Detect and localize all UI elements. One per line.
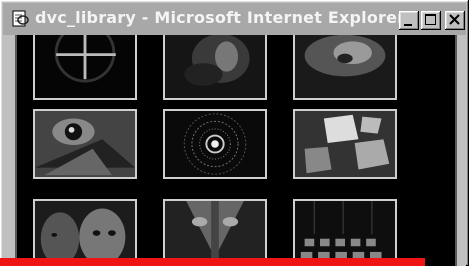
thumbnail-tiled-grid[interactable] <box>293 199 397 266</box>
maximize-icon <box>425 14 436 25</box>
ie-page-icon <box>12 10 29 27</box>
minimize-icon <box>404 24 412 26</box>
page-content[interactable] <box>17 35 455 266</box>
thumbnail-eye-closeup[interactable] <box>33 109 137 179</box>
close-icon <box>449 14 460 25</box>
thumbnail-floating-cubes[interactable] <box>293 109 397 179</box>
red-highlight-bar <box>0 258 425 266</box>
thumbnail-two-faces[interactable] <box>33 199 137 266</box>
title-bar[interactable]: dvc_library - Microsoft Internet Explore… <box>3 3 466 35</box>
thumbnail-mirrored-face[interactable] <box>163 199 267 266</box>
minimize-button[interactable] <box>399 11 419 30</box>
maximize-button[interactable] <box>421 11 441 30</box>
thumbnail-radial-target[interactable] <box>163 109 267 179</box>
thumbnail-smoke-swirl[interactable] <box>293 35 397 100</box>
window-left-frame <box>3 35 17 266</box>
browser-window: dvc_library - Microsoft Internet Explore… <box>0 0 469 266</box>
window-right-frame <box>455 35 466 266</box>
thumbnail-cross-lines[interactable] <box>33 35 137 100</box>
thumbnail-dark-figure[interactable] <box>163 35 267 100</box>
close-button[interactable] <box>445 11 465 30</box>
window-title: dvc_library - Microsoft Internet Explore… <box>35 8 406 27</box>
